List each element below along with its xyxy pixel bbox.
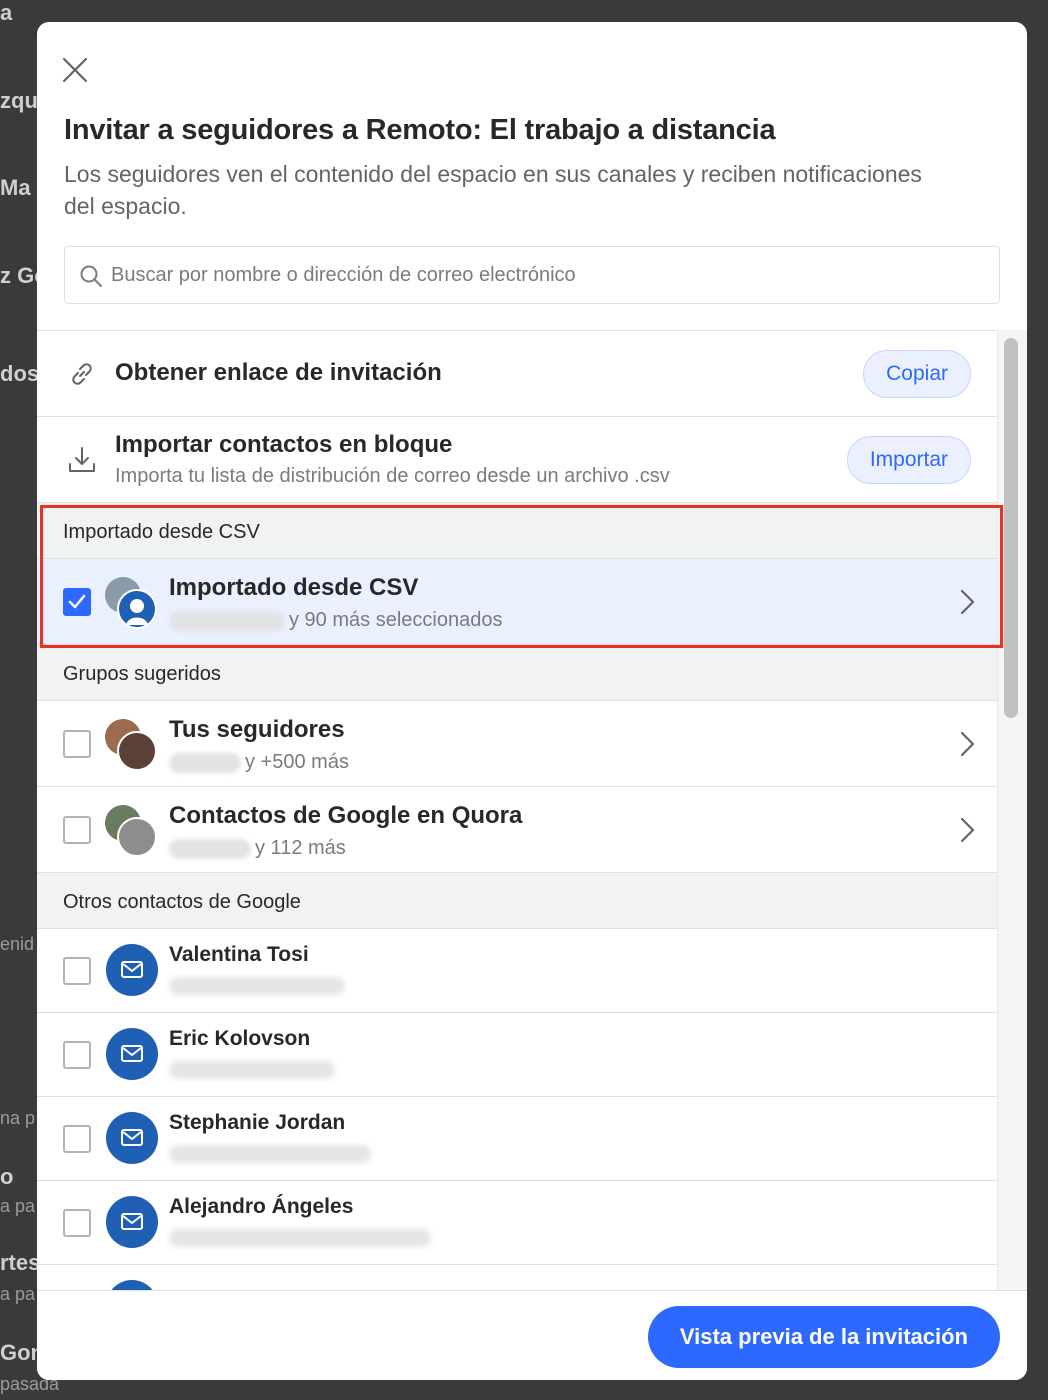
- download-icon: [67, 445, 97, 475]
- bg-fragment: a pa: [0, 1284, 36, 1304]
- checkbox[interactable]: [63, 957, 91, 985]
- contact-row[interactable]: Stephanie Jordan: [37, 1097, 997, 1181]
- modal-footer: Vista previa de la invitación: [37, 1290, 1027, 1380]
- preview-invitation-button[interactable]: Vista previa de la invitación: [647, 1306, 1000, 1368]
- chevron-right-icon: [955, 587, 979, 617]
- group-subtitle: y 112 más: [169, 837, 346, 860]
- blurred-email: [169, 1145, 371, 1163]
- mail-icon: [121, 1213, 143, 1230]
- contact-row[interactable]: Eric Kolovson: [37, 1013, 997, 1097]
- group-row-csv[interactable]: Importado desde CSV y 90 más seleccionad…: [37, 559, 997, 645]
- blurred-name: [169, 610, 285, 631]
- bulk-import-description: Importa tu lista de distribución de corr…: [115, 465, 670, 487]
- search-icon: [79, 264, 103, 288]
- group-subtitle: y 90 más seleccionados: [169, 609, 502, 632]
- bg-fragment: zqu: [0, 88, 38, 113]
- mail-avatar: [106, 1280, 158, 1290]
- import-button[interactable]: Importar: [846, 436, 971, 484]
- invite-list[interactable]: Obtener enlace de invitación Copiar Impo…: [37, 330, 997, 1290]
- avatar: [117, 589, 157, 629]
- invite-followers-modal: Invitar a seguidores a Remoto: El trabaj…: [37, 22, 1027, 1380]
- bg-fragment: o: [0, 1164, 14, 1189]
- checkbox[interactable]: [63, 1125, 91, 1153]
- copy-button[interactable]: Copiar: [863, 350, 971, 398]
- group-subtitle: y +500 más: [169, 751, 349, 774]
- checkbox[interactable]: [63, 1209, 91, 1237]
- mail-avatar: [106, 944, 158, 996]
- avatar: [117, 817, 157, 857]
- group-title: Contactos de Google en Quora: [169, 802, 523, 829]
- mail-icon: [121, 1045, 143, 1062]
- contact-name: Valentina Tosi: [169, 943, 309, 966]
- bg-fragment: a pa: [0, 1196, 36, 1216]
- checkbox[interactable]: [63, 816, 91, 844]
- bg-fragment: enid: [0, 934, 35, 954]
- bg-fragment: Ma: [0, 175, 31, 200]
- bg-fragment: rtes: [0, 1250, 41, 1275]
- blurred-name: [169, 838, 251, 859]
- blurred-email: [169, 977, 345, 995]
- modal-title: Invitar a seguidores a Remoto: El trabaj…: [64, 114, 776, 146]
- mail-avatar: [106, 1028, 158, 1080]
- mail-icon: [121, 961, 143, 978]
- group-title: Importado desde CSV: [169, 574, 419, 601]
- search-box: [64, 246, 1000, 304]
- bulk-import-row: Importar contactos en bloque Importa tu …: [37, 417, 997, 503]
- mail-avatar: [106, 1112, 158, 1164]
- contact-row[interactable]: Valentina Tosi: [37, 929, 997, 1013]
- chevron-right-icon: [955, 729, 979, 759]
- group-row-followers[interactable]: Tus seguidores y +500 más: [37, 701, 997, 787]
- invite-link-row: Obtener enlace de invitación Copiar: [37, 331, 997, 417]
- section-header-csv: Importado desde CSV: [37, 503, 997, 559]
- mail-avatar: [106, 1196, 158, 1248]
- group-row-google-contacts[interactable]: Contactos de Google en Quora y 112 más: [37, 787, 997, 873]
- checkbox[interactable]: [63, 1041, 91, 1069]
- bg-fragment: a: [0, 0, 13, 25]
- contact-name: Stephanie Jordan: [169, 1111, 346, 1134]
- modal-subtitle: Los seguidores ven el contenido del espa…: [64, 161, 922, 219]
- close-icon[interactable]: [59, 54, 91, 86]
- blurred-name: [169, 752, 241, 773]
- checkbox[interactable]: [63, 730, 91, 758]
- contact-row-partial[interactable]: [37, 1265, 997, 1290]
- section-header-google-contacts: Otros contactos de Google: [37, 873, 997, 929]
- avatar-stack: [105, 577, 157, 629]
- scrollbar[interactable]: [997, 330, 1027, 1290]
- contact-name: Alejandro Ángeles: [169, 1195, 354, 1218]
- chevron-right-icon: [955, 815, 979, 845]
- avatar: [117, 731, 157, 771]
- blurred-email: [169, 1061, 335, 1079]
- bg-fragment: na p: [0, 1108, 36, 1128]
- bulk-import-label: Importar contactos en bloque: [115, 431, 453, 458]
- avatar-stack: [105, 719, 157, 771]
- invite-link-label: Obtener enlace de invitación: [115, 359, 442, 386]
- bg-fragment: dos: [0, 361, 40, 386]
- contact-name: Eric Kolovson: [169, 1027, 311, 1050]
- checkbox-checked[interactable]: [63, 588, 91, 616]
- mail-icon: [121, 1129, 143, 1146]
- section-header-suggested: Grupos sugeridos: [37, 645, 997, 701]
- link-icon: [67, 359, 97, 389]
- contact-row[interactable]: Alejandro Ángeles: [37, 1181, 997, 1265]
- group-title: Tus seguidores: [169, 716, 345, 743]
- blurred-email: [169, 1229, 431, 1247]
- scrollbar-thumb[interactable]: [1004, 338, 1018, 718]
- avatar-stack: [105, 805, 157, 857]
- search-input[interactable]: [111, 247, 981, 303]
